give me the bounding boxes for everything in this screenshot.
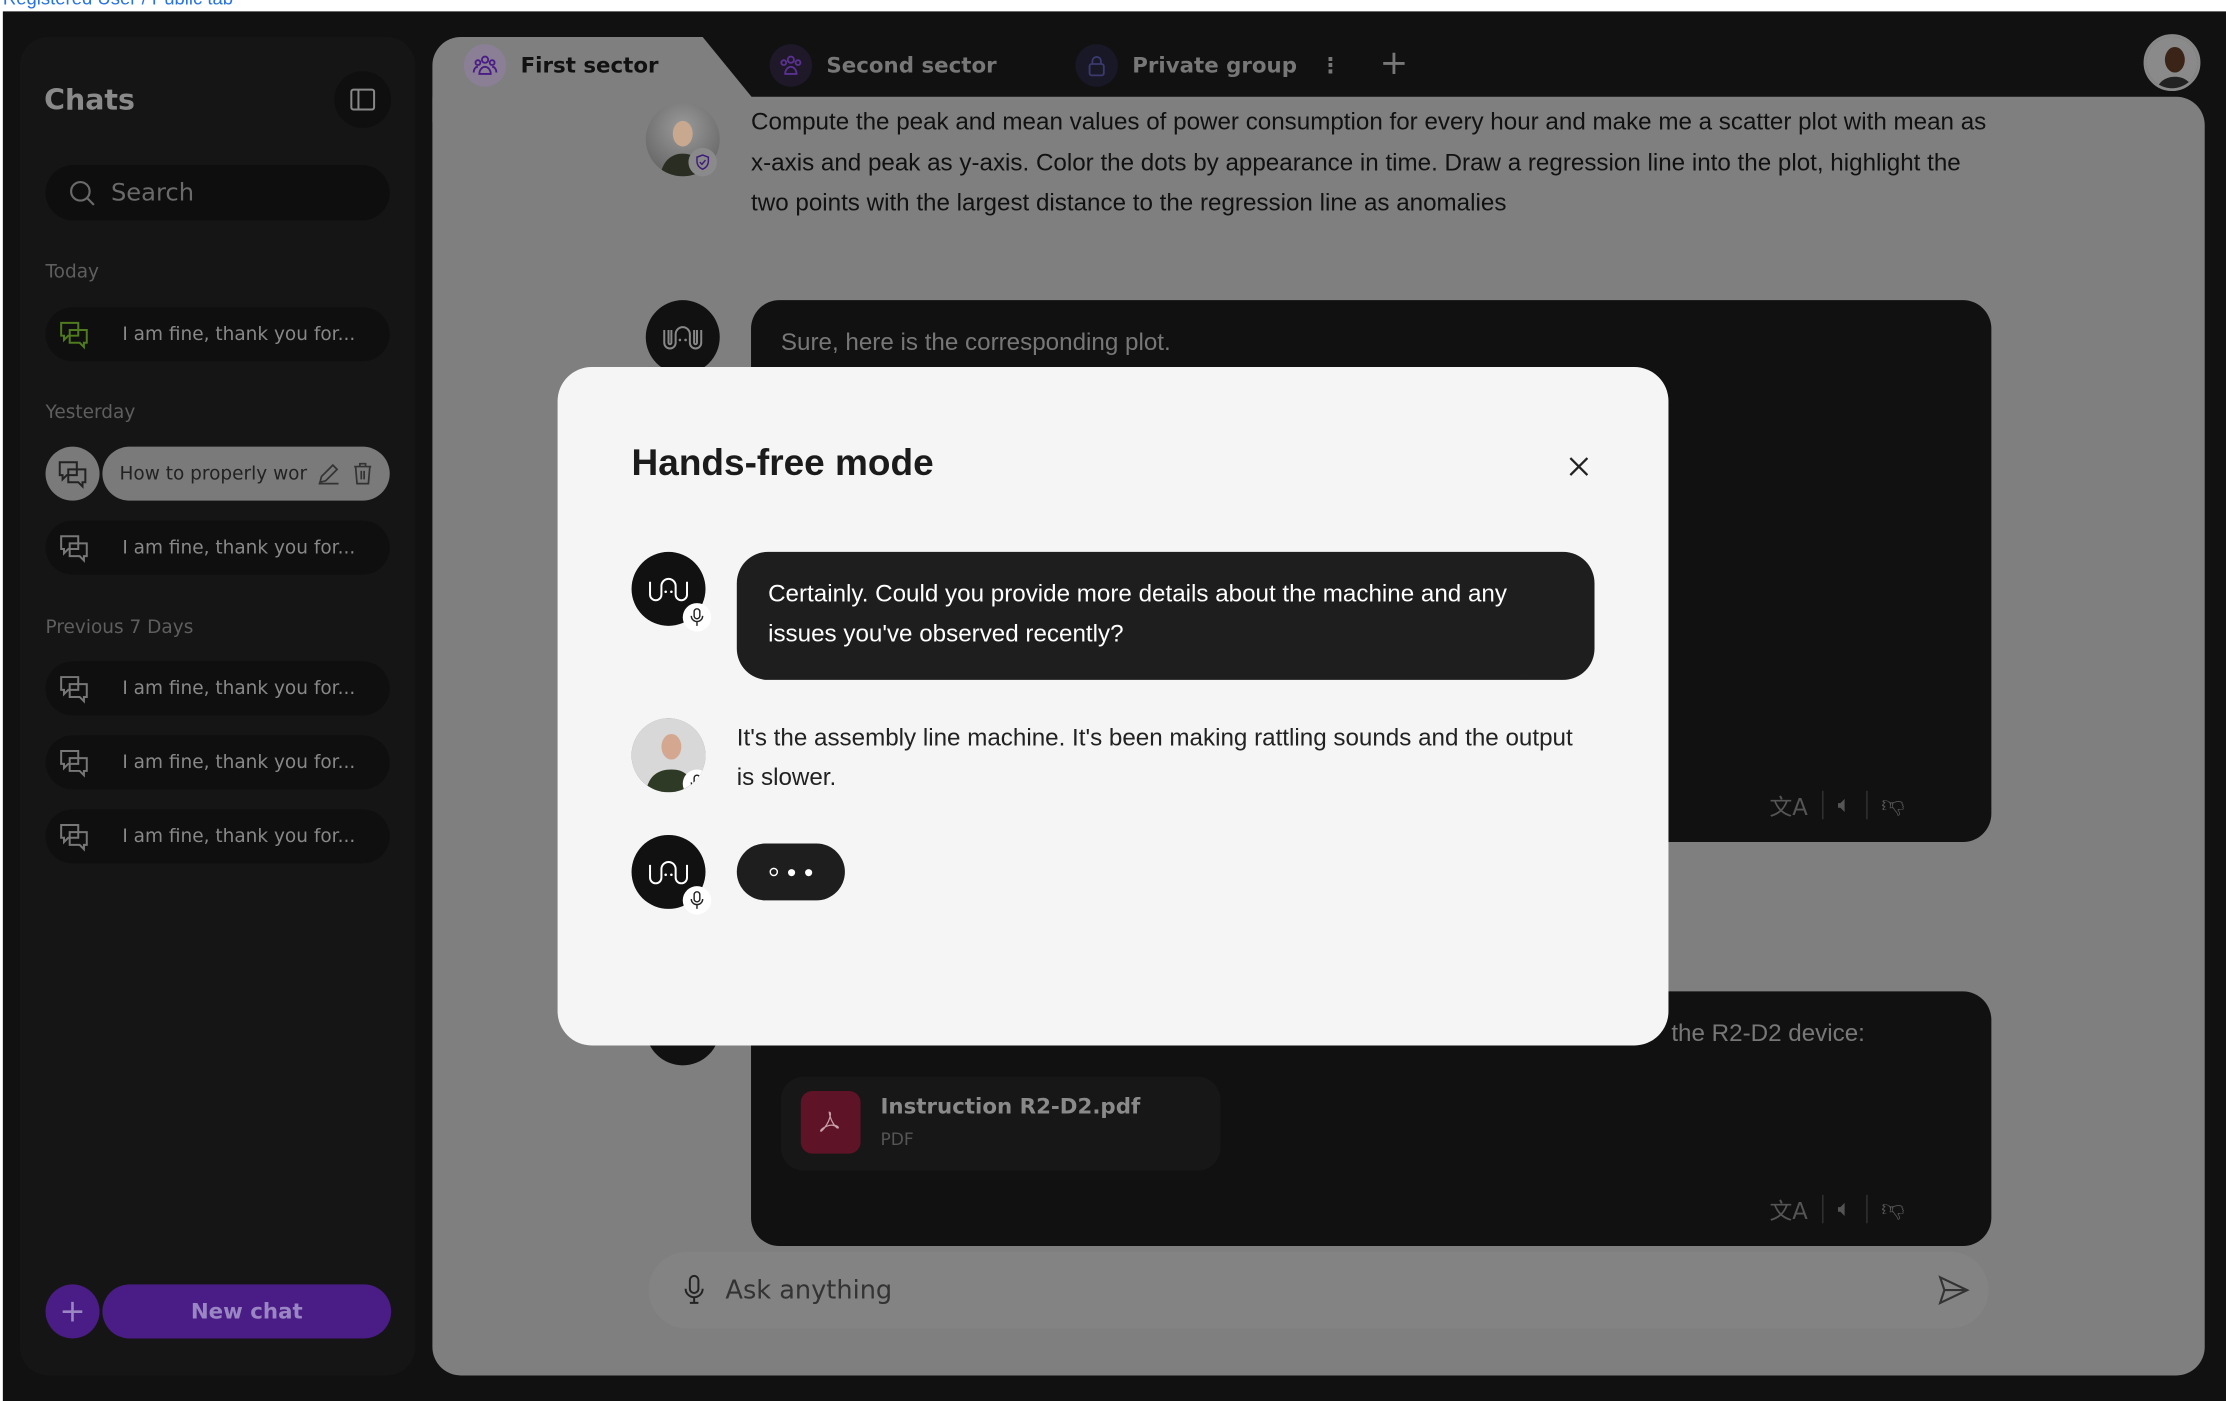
chat-item-label: I am fine, thank you for... (122, 677, 356, 700)
typing-dot (788, 868, 796, 876)
chat-bubbles-icon (45, 446, 100, 501)
chat-bubbles-icon (60, 535, 88, 563)
chat-item[interactable]: I am fine, thank you for... (45, 661, 390, 716)
speaker-icon[interactable]: 🔈︎ (1838, 791, 1852, 819)
pdf-file-icon (800, 1090, 861, 1154)
close-button[interactable] (1562, 449, 1596, 483)
sidebar-panel-icon (350, 88, 376, 111)
chat-item[interactable]: I am fine, thank you for... (45, 307, 390, 362)
hands-free-modal: Hands-free mode Certainly. Could you pro… (557, 366, 1669, 1046)
microphone-icon (682, 769, 706, 793)
tab-first-sector[interactable]: First sector (463, 44, 659, 87)
search-icon (70, 180, 95, 205)
edit-icon[interactable] (316, 461, 342, 487)
verified-shield-icon (688, 147, 717, 177)
kebab-menu-icon[interactable]: ⋮ (1320, 53, 1341, 79)
assistant-avatar (631, 551, 712, 632)
divider (1865, 790, 1867, 820)
chat-item-label: I am fine, thank you for... (122, 751, 356, 774)
user-message-text: It's the assembly line machine. It's bee… (736, 724, 1573, 791)
translate-icon[interactable]: 文A (1769, 1192, 1807, 1226)
assistant-message-text: the R2-D2 device: (1671, 1019, 1865, 1047)
send-icon (1938, 1275, 1970, 1305)
user-avatar[interactable] (2143, 34, 2201, 92)
tab-label: First sector (520, 52, 659, 79)
add-tab-button[interactable]: + (1377, 46, 1411, 80)
trash-icon[interactable] (350, 461, 376, 487)
send-button[interactable] (1936, 1273, 1970, 1313)
divider (1822, 790, 1824, 820)
microphone-icon (682, 603, 712, 632)
speaker-icon[interactable]: 🔈︎ (1838, 1195, 1852, 1223)
chat-bubbles-icon (60, 750, 88, 778)
attachment-card[interactable]: Instruction R2-D2.pdf PDF (780, 1076, 1221, 1171)
chat-bubbles-icon (60, 823, 88, 852)
user-avatar (631, 718, 706, 793)
new-chat-plus-button[interactable]: + (45, 1284, 100, 1339)
microphone-icon (682, 886, 712, 915)
user-message-text: Compute the peak and mean values of powe… (751, 108, 1987, 217)
typing-dot (805, 868, 813, 876)
chat-item-label: I am fine, thank you for... (122, 536, 356, 559)
typing-dot (769, 867, 779, 877)
chat-item[interactable]: I am fine, thank you for... (45, 520, 390, 575)
message-actions: 文A 🔈︎ 👎︎ (1769, 788, 1904, 822)
sidebar-title: Chats (44, 82, 135, 117)
tab-private-group[interactable]: Private group ⋮ (1075, 44, 1341, 87)
thumbs-down-icon[interactable]: 👎︎ (1881, 1195, 1904, 1223)
typing-indicator (736, 843, 845, 901)
tab-label: Second sector (826, 52, 997, 79)
message-input[interactable]: Ask anything (648, 1251, 1989, 1329)
new-chat-button[interactable]: New chat (102, 1284, 392, 1339)
close-icon (1569, 457, 1589, 476)
assistant-message-text: Sure, here is the corresponding plot. (780, 328, 1171, 356)
divider (1822, 1194, 1824, 1224)
assistant-avatar (631, 834, 712, 915)
section-label-today: Today (45, 261, 100, 284)
assistant-message-bubble: Certainly. Could you provide more detail… (736, 551, 1595, 680)
chat-bubbles-icon (60, 676, 88, 704)
section-label-yesterday: Yesterday (45, 402, 136, 424)
plus-icon: + (1379, 42, 1409, 83)
group-icon (463, 44, 507, 87)
chat-item-label: I am fine, thank you for... (122, 323, 356, 345)
group-icon (769, 44, 813, 87)
lock-icon (1075, 44, 1119, 87)
thumbs-down-icon[interactable]: 👎︎ (1881, 791, 1904, 819)
attachment-name: Instruction R2-D2.pdf (880, 1093, 1141, 1120)
divider (1865, 1194, 1867, 1224)
modal-title: Hands-free mode (631, 440, 934, 484)
assistant-avatar (645, 300, 720, 375)
chat-item[interactable]: I am fine, thank you for... (45, 735, 390, 790)
search-input[interactable]: Search (45, 164, 390, 221)
chat-item-selected[interactable]: How to properly wor (45, 446, 390, 501)
section-label-previous-7-days: Previous 7 Days (45, 617, 194, 639)
chat-item-label: How to properly wor (119, 462, 308, 485)
message-actions: 文A 🔈︎ 👎︎ (1769, 1192, 1904, 1226)
chat-item[interactable]: I am fine, thank you for... (45, 809, 390, 864)
microphone-icon[interactable] (683, 1273, 706, 1307)
input-placeholder: Ask anything (725, 1275, 893, 1306)
collapse-sidebar-button[interactable] (334, 71, 392, 129)
tab-label: Private group (1132, 52, 1298, 79)
search-placeholder: Search (110, 178, 195, 207)
translate-icon[interactable]: 文A (1769, 788, 1807, 822)
chat-bubbles-icon (60, 321, 88, 350)
tab-second-sector[interactable]: Second sector (769, 44, 997, 87)
breadcrumb-note: Registered User / Public tab (3, 0, 233, 9)
plus-icon: + (59, 1293, 86, 1330)
attachment-type: PDF (880, 1129, 914, 1150)
chat-item-label: I am fine, thank you for... (122, 825, 356, 848)
